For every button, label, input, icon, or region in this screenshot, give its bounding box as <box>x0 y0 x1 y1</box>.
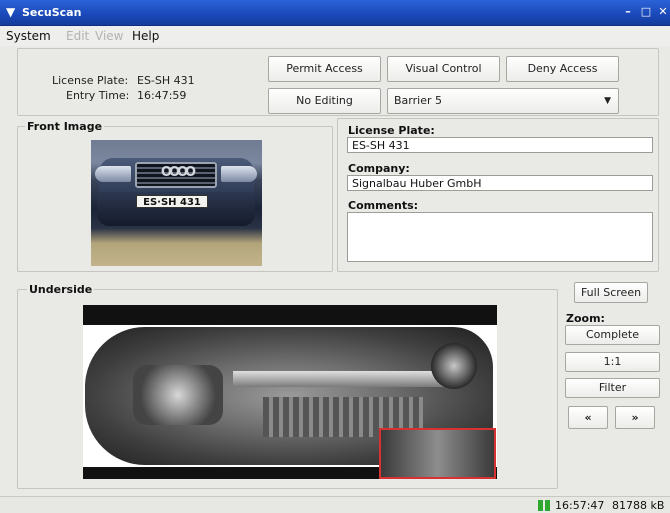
deny-access-button[interactable]: Deny Access <box>506 56 619 82</box>
close-icon[interactable]: ✕ <box>656 5 670 19</box>
left-headlight <box>95 166 131 182</box>
entry-time-value: 16:47:59 <box>137 89 187 102</box>
permit-access-button[interactable]: Permit Access <box>268 56 381 82</box>
status-memory: 81788 kB <box>612 499 665 512</box>
menu-view[interactable]: View <box>95 29 123 43</box>
title-bar: ▼ SecuScan – □ ✕ <box>0 0 670 26</box>
zoom-one-to-one-button[interactable]: 1:1 <box>565 352 660 372</box>
status-bar: 16:57:47 81788 kB <box>0 496 670 513</box>
chevron-left-icon: « <box>584 411 592 424</box>
minimize-icon[interactable]: – <box>621 5 635 19</box>
right-headlight <box>221 166 257 182</box>
barrier-select[interactable]: Barrier 5 ▼ <box>387 88 619 114</box>
barrier-select-value: Barrier 5 <box>394 94 442 107</box>
underside-title: Underside <box>27 283 95 296</box>
menu-help[interactable]: Help <box>132 29 159 43</box>
status-indicator-icon-2 <box>545 500 550 511</box>
front-axle <box>133 365 223 425</box>
comments-textarea[interactable] <box>347 212 653 262</box>
full-screen-button[interactable]: Full Screen <box>574 282 648 303</box>
status-time: 16:57:47 <box>555 499 605 512</box>
chevron-down-icon: ▼ <box>604 96 611 106</box>
window-menu-icon[interactable]: ▼ <box>6 5 15 19</box>
license-plate-label: License Plate: <box>348 124 435 137</box>
menu-system[interactable]: System <box>6 29 51 43</box>
front-image-title: Front Image <box>25 120 105 133</box>
zoom-label: Zoom: <box>566 312 605 325</box>
underside-image <box>83 305 497 479</box>
visual-control-button[interactable]: Visual Control <box>387 56 500 82</box>
status-indicator-icon <box>538 500 543 511</box>
car-logo: OOOO <box>160 165 196 180</box>
car-license-plate: ES·SH 431 <box>136 195 208 208</box>
company-field[interactable]: Signalbau Huber GmbH <box>347 175 653 191</box>
entry-plate-label: License Plate: <box>52 74 129 87</box>
comments-label: Comments: <box>348 199 419 212</box>
menu-bar: System Edit View Help <box>0 26 670 46</box>
zoom-preview-box[interactable] <box>379 428 496 479</box>
filter-button[interactable]: Filter <box>565 378 660 398</box>
license-plate-field[interactable]: ES-SH 431 <box>347 137 653 153</box>
window-title: SecuScan <box>22 6 82 19</box>
no-editing-button[interactable]: No Editing <box>268 88 381 114</box>
underside-black-band-top <box>83 305 497 325</box>
next-button[interactable]: » <box>615 406 655 429</box>
entry-time-label: Entry Time: <box>66 89 130 102</box>
entry-plate-value: ES-SH 431 <box>137 74 195 87</box>
previous-button[interactable]: « <box>568 406 608 429</box>
exhaust-pipe <box>233 371 453 387</box>
company-label: Company: <box>348 162 410 175</box>
menu-edit[interactable]: Edit <box>66 29 89 43</box>
front-image: OOOO ES·SH 431 <box>91 140 262 266</box>
chevron-right-icon: » <box>631 411 639 424</box>
spare-wheel <box>431 343 477 389</box>
zoom-complete-button[interactable]: Complete <box>565 325 660 345</box>
maximize-icon[interactable]: □ <box>639 5 653 19</box>
